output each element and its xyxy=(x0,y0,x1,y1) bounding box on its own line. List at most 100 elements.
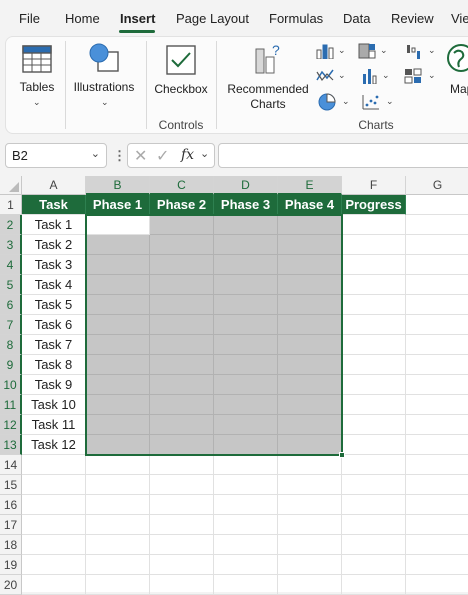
cell-g17[interactable] xyxy=(406,515,468,535)
cell-f17[interactable] xyxy=(342,515,406,535)
cell-g7[interactable] xyxy=(406,315,468,335)
cell-c5[interactable] xyxy=(150,275,214,295)
cell-b9[interactable] xyxy=(86,355,150,375)
cell-e16[interactable] xyxy=(278,495,342,515)
cell-g6[interactable] xyxy=(406,295,468,315)
chevron-down-icon[interactable]: ⌄ xyxy=(338,45,346,56)
cell-f19[interactable] xyxy=(342,555,406,575)
cell-c14[interactable] xyxy=(150,455,214,475)
cell-b18[interactable] xyxy=(86,535,150,555)
insert-function-button[interactable]: fx xyxy=(181,147,194,163)
cell-c9[interactable] xyxy=(150,355,214,375)
cell-d19[interactable] xyxy=(214,555,278,575)
row-header-3[interactable]: 3 xyxy=(0,235,22,255)
cell-a7[interactable]: Task 6 xyxy=(22,315,86,335)
cell-b8[interactable] xyxy=(86,335,150,355)
tab-insert[interactable]: Insert xyxy=(120,11,155,26)
cell-c12[interactable] xyxy=(150,415,214,435)
cell-g8[interactable] xyxy=(406,335,468,355)
line-chart-icon[interactable] xyxy=(316,68,334,84)
cell-d18[interactable] xyxy=(214,535,278,555)
cell-f13[interactable] xyxy=(342,435,406,455)
cell-a5[interactable]: Task 4 xyxy=(22,275,86,295)
cell-e13[interactable] xyxy=(278,435,342,455)
cell-g14[interactable] xyxy=(406,455,468,475)
cell-d20[interactable] xyxy=(214,575,278,595)
cell-a17[interactable] xyxy=(22,515,86,535)
cell-c3[interactable] xyxy=(150,235,214,255)
row-header-8[interactable]: 8 xyxy=(0,335,22,355)
combo-chart-icon[interactable] xyxy=(404,68,422,84)
enter-icon[interactable]: ✓ xyxy=(156,146,169,166)
cell-e15[interactable] xyxy=(278,475,342,495)
select-all-corner[interactable] xyxy=(0,176,22,195)
cell-b11[interactable] xyxy=(86,395,150,415)
row-header-10[interactable]: 10 xyxy=(0,375,22,395)
pie-chart-icon[interactable] xyxy=(318,93,336,111)
cell-d15[interactable] xyxy=(214,475,278,495)
cell-f16[interactable] xyxy=(342,495,406,515)
cell-g3[interactable] xyxy=(406,235,468,255)
cell-f5[interactable] xyxy=(342,275,406,295)
cell-e20[interactable] xyxy=(278,575,342,595)
cell-d6[interactable] xyxy=(214,295,278,315)
row-header-7[interactable]: 7 xyxy=(0,315,22,335)
row-header-9[interactable]: 9 xyxy=(0,355,22,375)
cell-d13[interactable] xyxy=(214,435,278,455)
chevron-down-icon[interactable]: ⌄ xyxy=(91,147,100,160)
column-header-f[interactable]: F xyxy=(342,176,406,195)
cell-a20[interactable] xyxy=(22,575,86,595)
cell-c20[interactable] xyxy=(150,575,214,595)
cell-c16[interactable] xyxy=(150,495,214,515)
cell-f1[interactable]: Progress xyxy=(342,195,406,215)
chevron-down-icon[interactable]: ⌄ xyxy=(386,96,394,107)
row-header-19[interactable]: 19 xyxy=(0,555,22,575)
cell-a1[interactable]: Task xyxy=(22,195,86,215)
row-header-12[interactable]: 12 xyxy=(0,415,22,435)
cell-b13[interactable] xyxy=(86,435,150,455)
row-header-13[interactable]: 13 xyxy=(0,435,22,455)
cell-e12[interactable] xyxy=(278,415,342,435)
cell-g1[interactable] xyxy=(406,195,468,215)
cell-d14[interactable] xyxy=(214,455,278,475)
cell-c4[interactable] xyxy=(150,255,214,275)
cell-d5[interactable] xyxy=(214,275,278,295)
cell-a18[interactable] xyxy=(22,535,86,555)
column-header-g[interactable]: G xyxy=(406,176,468,195)
tab-file[interactable]: File xyxy=(19,11,40,26)
tab-formulas[interactable]: Formulas xyxy=(269,11,323,26)
cell-d11[interactable] xyxy=(214,395,278,415)
cell-d16[interactable] xyxy=(214,495,278,515)
fill-handle[interactable] xyxy=(339,452,345,458)
cell-e4[interactable] xyxy=(278,255,342,275)
cell-c6[interactable] xyxy=(150,295,214,315)
cell-e19[interactable] xyxy=(278,555,342,575)
maps-button[interactable]: Map xyxy=(440,41,468,111)
cell-b16[interactable] xyxy=(86,495,150,515)
cell-f15[interactable] xyxy=(342,475,406,495)
cell-c2[interactable] xyxy=(150,215,214,235)
name-box[interactable]: B2 ⌄ xyxy=(5,143,107,168)
cell-c1[interactable]: Phase 2 xyxy=(150,195,214,215)
cell-f20[interactable] xyxy=(342,575,406,595)
cell-c8[interactable] xyxy=(150,335,214,355)
row-header-14[interactable]: 14 xyxy=(0,455,22,475)
cell-f14[interactable] xyxy=(342,455,406,475)
cell-e18[interactable] xyxy=(278,535,342,555)
cell-g9[interactable] xyxy=(406,355,468,375)
cell-b10[interactable] xyxy=(86,375,150,395)
cell-g11[interactable] xyxy=(406,395,468,415)
cell-c15[interactable] xyxy=(150,475,214,495)
cell-f18[interactable] xyxy=(342,535,406,555)
tab-page-layout[interactable]: Page Layout xyxy=(176,11,249,26)
cell-c17[interactable] xyxy=(150,515,214,535)
chevron-down-icon[interactable]: ⌄ xyxy=(342,96,350,107)
scatter-chart-icon[interactable] xyxy=(362,94,380,110)
column-header-e[interactable]: E xyxy=(278,176,342,195)
cell-d8[interactable] xyxy=(214,335,278,355)
row-header-6[interactable]: 6 xyxy=(0,295,22,315)
cell-f9[interactable] xyxy=(342,355,406,375)
cell-e6[interactable] xyxy=(278,295,342,315)
cell-d4[interactable] xyxy=(214,255,278,275)
cell-e3[interactable] xyxy=(278,235,342,255)
